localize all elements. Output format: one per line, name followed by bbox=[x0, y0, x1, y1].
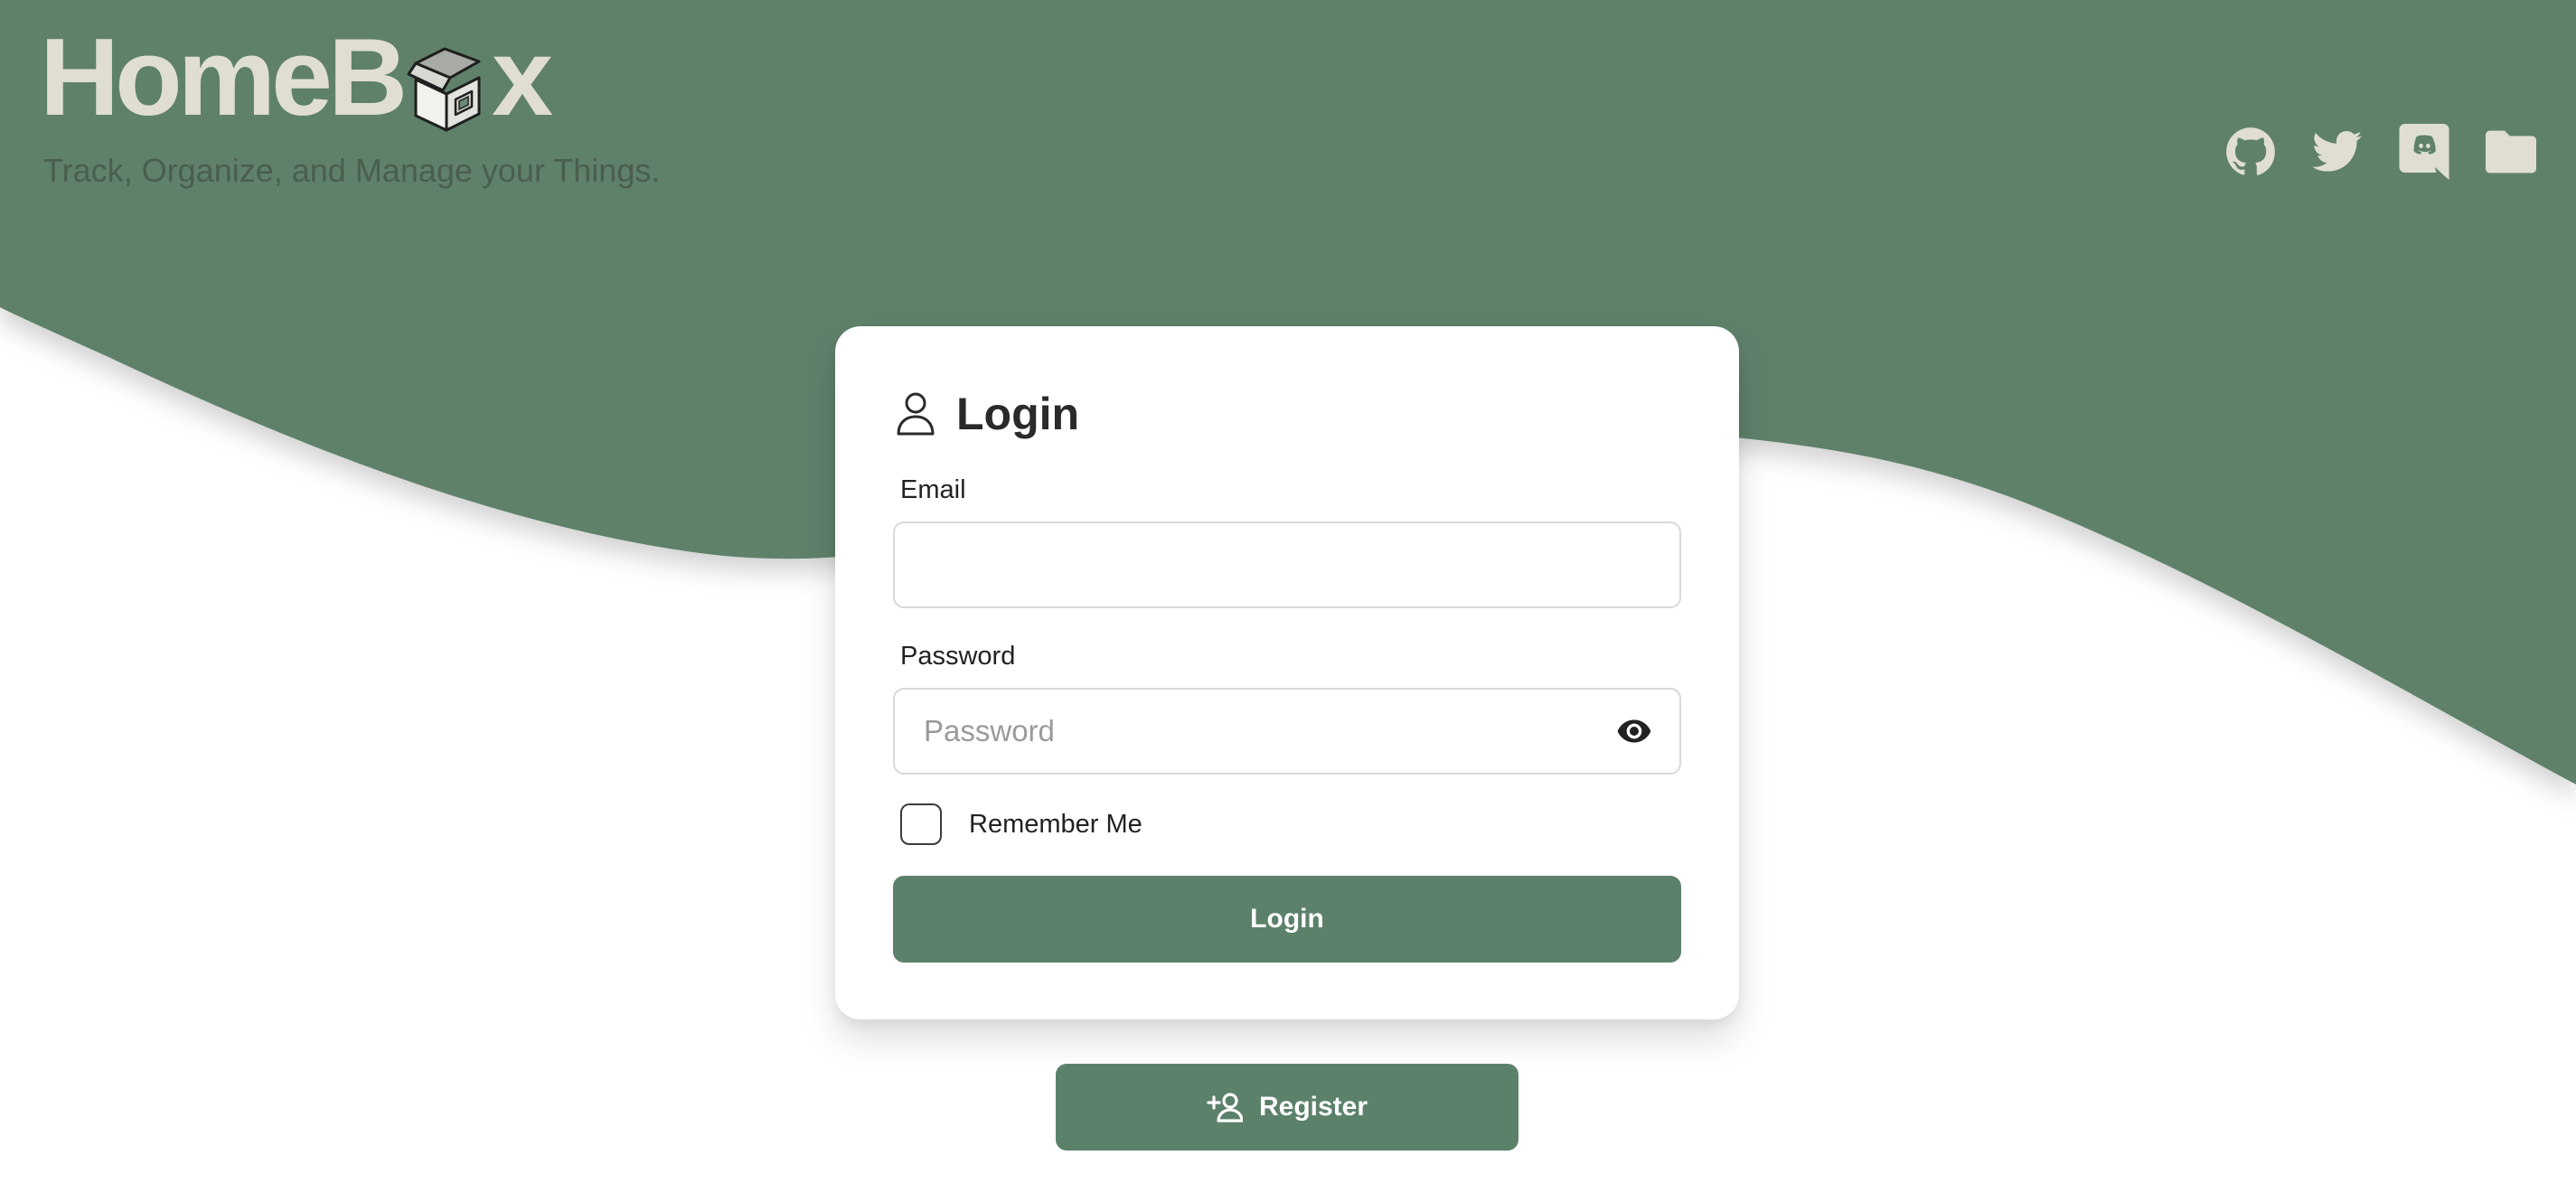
login-button[interactable]: Login bbox=[893, 876, 1681, 963]
discord-icon-glyph bbox=[2399, 124, 2449, 180]
logo[interactable]: HomeB x bbox=[40, 15, 660, 138]
login-card: Login Email Password Remember Me Login bbox=[835, 326, 1739, 1019]
email-field-wrapper bbox=[893, 521, 1681, 608]
eye-icon[interactable] bbox=[1616, 713, 1652, 749]
email-field[interactable] bbox=[895, 523, 1679, 606]
brand: HomeB x Track, Organize, and Manage your… bbox=[40, 15, 661, 190]
login-button-label: Login bbox=[1250, 904, 1324, 934]
user-icon bbox=[897, 392, 935, 436]
twitter-icon-glyph bbox=[2312, 130, 2363, 172]
logo-text-prefix: HomeB bbox=[40, 15, 408, 138]
logo-text-suffix: x bbox=[492, 15, 553, 138]
email-label: Email bbox=[900, 475, 966, 504]
social-links bbox=[2225, 124, 2536, 180]
remember-me-label: Remember Me bbox=[969, 809, 1142, 839]
folder-icon-glyph bbox=[2486, 130, 2536, 174]
box-logo-icon bbox=[407, 47, 481, 132]
password-field-wrapper bbox=[893, 688, 1681, 775]
folder-icon[interactable] bbox=[2486, 127, 2536, 177]
remember-me-checkbox[interactable] bbox=[900, 803, 942, 845]
tagline: Track, Organize, and Manage your Things. bbox=[43, 152, 661, 189]
github-icon-glyph bbox=[2226, 127, 2275, 175]
add-user-icon bbox=[1207, 1093, 1243, 1123]
login-title: Login bbox=[956, 389, 1080, 439]
remember-me-row: Remember Me bbox=[900, 803, 1142, 845]
register-button[interactable]: Register bbox=[1056, 1064, 1518, 1151]
login-card-header: Login bbox=[895, 388, 1079, 440]
login-page: HomeB x Track, Organize, and Manage your… bbox=[0, 0, 2576, 1193]
register-button-label: Register bbox=[1258, 1092, 1368, 1122]
github-icon[interactable] bbox=[2225, 127, 2276, 177]
password-field[interactable] bbox=[895, 690, 1679, 773]
twitter-icon[interactable] bbox=[2312, 127, 2363, 177]
password-label: Password bbox=[900, 642, 1016, 671]
discord-icon[interactable] bbox=[2399, 124, 2449, 180]
